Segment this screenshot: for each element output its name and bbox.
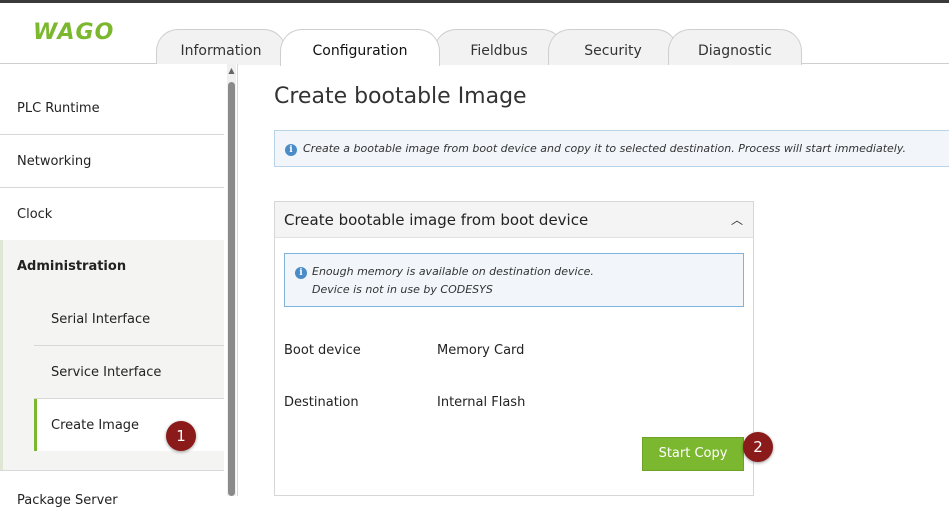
status-note: i Enough memory is available on destinat…	[284, 253, 744, 307]
sidebar-item-label: Networking	[17, 154, 92, 169]
sidebar: PLC Runtime Networking Clock Administrat…	[0, 64, 238, 508]
sidebar-item-label: Clock	[17, 207, 53, 222]
scrollbar-thumb[interactable]	[228, 82, 235, 496]
destination-value: Internal Flash	[437, 395, 526, 410]
info-message: Create a bootable image from boot device…	[303, 142, 906, 155]
sidebar-item-label: PLC Runtime	[17, 101, 100, 116]
header: WAGO Information Configuration Fieldbus …	[0, 3, 949, 66]
step-badge-1: 1	[166, 421, 196, 451]
start-copy-button[interactable]: Start Copy	[642, 437, 744, 471]
sidebar-subitem-serial-interface[interactable]: Serial Interface	[34, 293, 224, 346]
boot-device-label: Boot device	[284, 343, 361, 358]
note-line: Device is not in use by CODESYS	[312, 283, 493, 296]
note-line: Enough memory is available on destinatio…	[312, 265, 594, 278]
sidebar-item-clock[interactable]: Clock	[0, 188, 224, 241]
tab-diagnostic[interactable]: Diagnostic	[668, 29, 802, 65]
sidebar-item-label: Serial Interface	[51, 312, 151, 327]
chevron-up-icon[interactable]: ︿	[731, 202, 743, 238]
sidebar-item-label: Administration	[17, 259, 127, 274]
sidebar-scrollbar[interactable]: ▲	[227, 64, 236, 496]
tab-configuration[interactable]: Configuration	[280, 29, 440, 66]
info-banner: i Create a bootable image from boot devi…	[274, 130, 949, 167]
info-icon: i	[295, 267, 307, 279]
page-title: Create bootable Image	[274, 84, 527, 109]
divider	[0, 470, 224, 471]
tab-fieldbus[interactable]: Fieldbus	[434, 29, 564, 65]
destination-label: Destination	[284, 395, 359, 410]
sidebar-subitem-create-image[interactable]: Create Image	[34, 399, 224, 451]
sidebar-item-plc-runtime[interactable]: PLC Runtime	[0, 82, 224, 135]
sidebar-item-networking[interactable]: Networking	[0, 135, 224, 188]
wago-logo[interactable]: WAGO	[33, 20, 114, 45]
sidebar-item-label: Package Server	[17, 493, 118, 508]
main-content: Create bootable Image i Create a bootabl…	[239, 64, 949, 496]
sidebar-subitem-service-interface[interactable]: Service Interface	[34, 346, 224, 399]
panel-header[interactable]: Create bootable image from boot device ︿	[275, 202, 753, 238]
sidebar-item-label: Create Image	[51, 418, 140, 433]
tab-information[interactable]: Information	[156, 29, 286, 65]
step-badge-2: 2	[743, 432, 773, 462]
create-image-panel: Create bootable image from boot device ︿…	[274, 201, 754, 496]
sidebar-item-administration[interactable]: Administration	[0, 240, 224, 293]
boot-device-value: Memory Card	[437, 343, 525, 358]
panel-title: Create bootable image from boot device	[284, 211, 589, 229]
sidebar-item-package-server[interactable]: Package Server	[0, 474, 224, 508]
info-icon: i	[285, 144, 297, 156]
tab-security[interactable]: Security	[548, 29, 678, 65]
scroll-up-icon[interactable]: ▲	[227, 66, 236, 76]
sidebar-item-label: Service Interface	[51, 365, 162, 380]
